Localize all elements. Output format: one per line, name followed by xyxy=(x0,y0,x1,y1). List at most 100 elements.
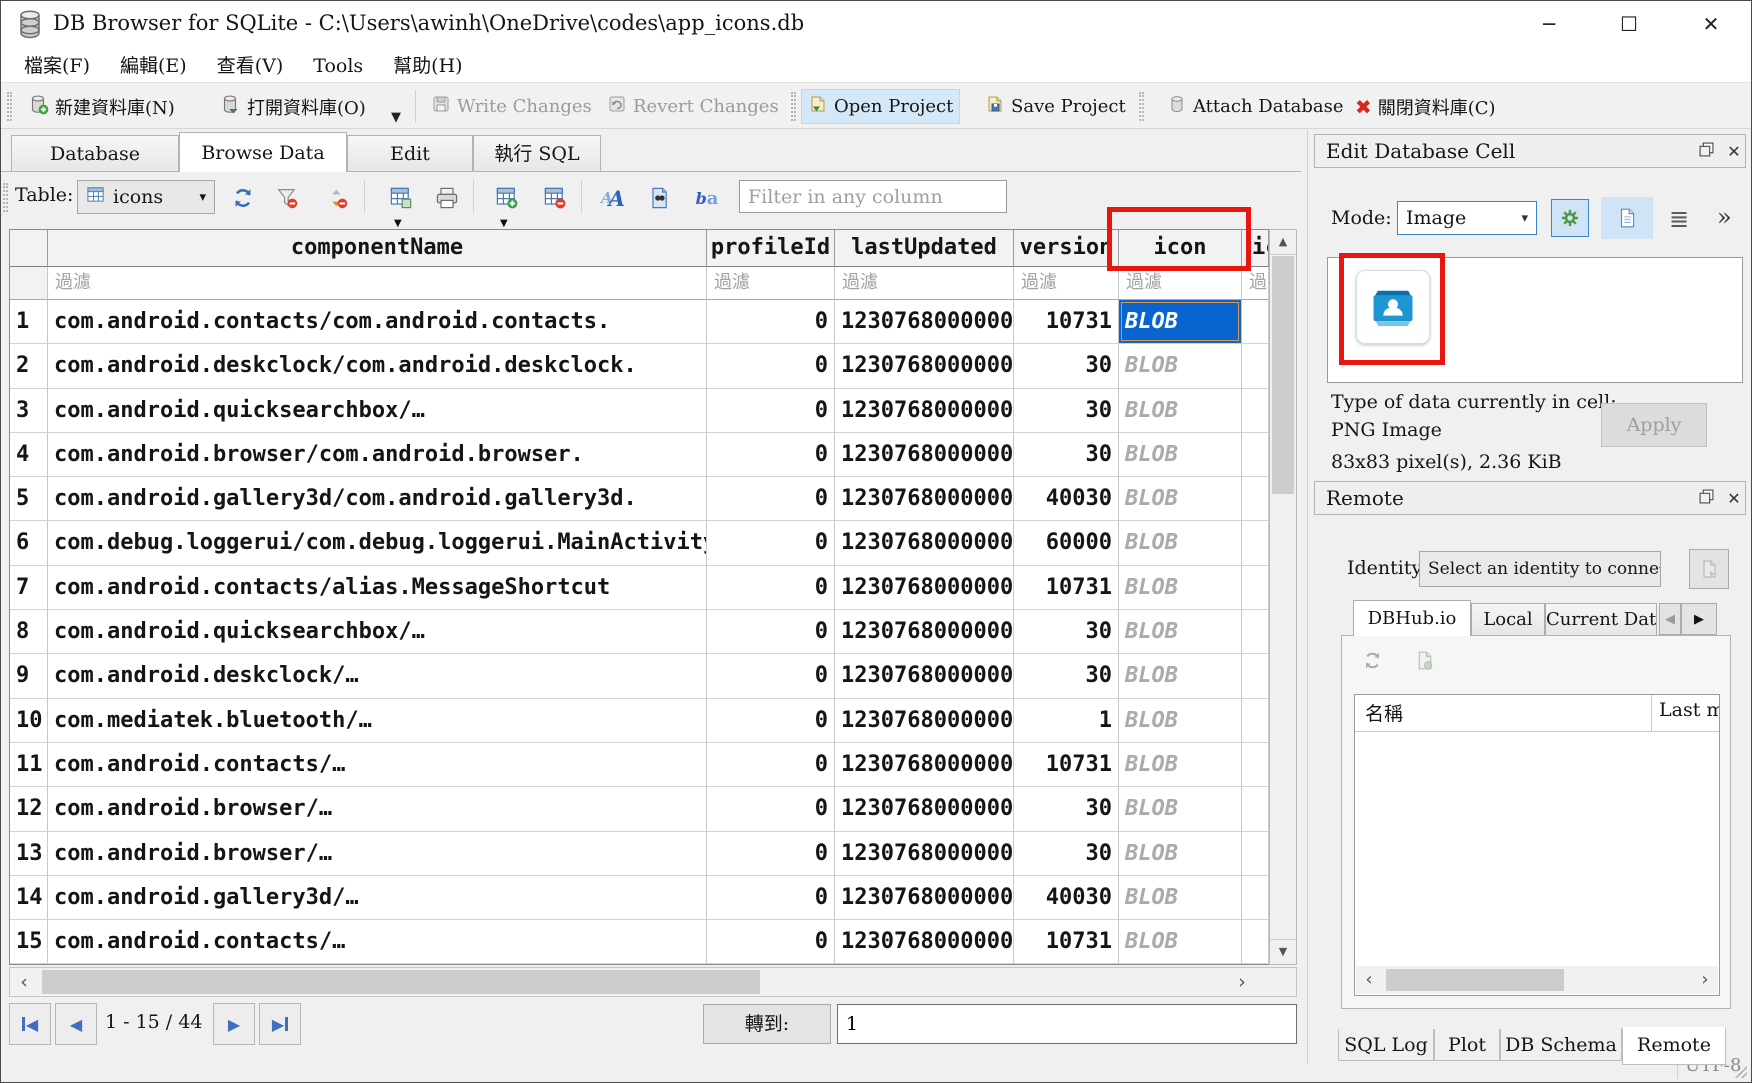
open-database-dropdown-arrow[interactable]: ▼ xyxy=(391,110,401,125)
dock-tab-sql-log[interactable]: SQL Log xyxy=(1338,1029,1434,1061)
cell-componentName[interactable]: com.android.quicksearchbox/… xyxy=(48,610,707,654)
goto-row-input[interactable] xyxy=(837,1004,1297,1044)
tab-browse-data[interactable]: Browse Data xyxy=(179,132,347,172)
row-number[interactable]: 10 xyxy=(10,699,48,743)
remote-tab-dbhub[interactable]: DBHub.io xyxy=(1353,600,1471,636)
cell-profileId[interactable]: 0 xyxy=(707,566,835,610)
identity-selector[interactable]: Select an identity to conne ▾ xyxy=(1419,551,1661,587)
cell-icon-blob[interactable]: BLOB xyxy=(1119,832,1242,876)
row-number[interactable]: 11 xyxy=(10,743,48,787)
mode-selector[interactable]: Image ▾ xyxy=(1397,201,1537,235)
cell-profileId[interactable]: 0 xyxy=(707,477,835,521)
column-header-profileId[interactable]: profileId xyxy=(707,230,835,267)
cell-componentName[interactable]: com.android.deskclock/… xyxy=(48,654,707,698)
row-number[interactable]: 8 xyxy=(10,610,48,654)
menu-item[interactable]: 編輯(E) xyxy=(105,51,202,81)
vertical-scroll-thumb[interactable] xyxy=(1272,256,1294,494)
row-number[interactable]: 2 xyxy=(10,344,48,388)
row-number[interactable]: 9 xyxy=(10,654,48,698)
cell-lastUpdated[interactable]: 1230768000000 xyxy=(835,566,1014,610)
scroll-left-arrow[interactable]: ‹ xyxy=(10,968,38,996)
cell-componentName[interactable]: com.android.browser/… xyxy=(48,787,707,831)
row-number[interactable]: 7 xyxy=(10,566,48,610)
list-column-modified[interactable]: Last mo xyxy=(1659,699,1719,721)
cell-profileId[interactable]: 0 xyxy=(707,743,835,787)
word-wrap-icon[interactable]: ≣ xyxy=(1669,205,1689,233)
cell-componentName[interactable]: com.android.contacts/… xyxy=(48,743,707,787)
cell-profileId[interactable]: 0 xyxy=(707,920,835,964)
cell-profileId[interactable]: 0 xyxy=(707,344,835,388)
write-changes-button[interactable]: Write Changes xyxy=(425,89,598,124)
close-database-button[interactable]: ✖ 關閉資料庫(C) xyxy=(1349,89,1502,124)
filter-lastUpdated[interactable]: 過濾 xyxy=(835,267,1014,300)
case-toggle-button[interactable]: ba xyxy=(689,180,725,216)
filter-clipped[interactable]: 過濾 xyxy=(1242,267,1269,300)
save-record-dropdown-arrow[interactable]: ▼ xyxy=(394,218,402,229)
cell-version[interactable]: 30 xyxy=(1014,610,1119,654)
remote-clone-icon[interactable] xyxy=(1414,650,1435,675)
cell-profileId[interactable]: 0 xyxy=(707,389,835,433)
font-button[interactable]: AA xyxy=(595,180,631,216)
cell-componentName[interactable]: com.mediatek.bluetooth/… xyxy=(48,699,707,743)
toolbar-drag-handle[interactable] xyxy=(1139,92,1144,121)
find-in-document-button[interactable] xyxy=(641,180,677,216)
cell-profileId[interactable]: 0 xyxy=(707,654,835,698)
cell-version[interactable]: 30 xyxy=(1014,344,1119,388)
first-page-button[interactable]: ◀ xyxy=(9,1003,51,1045)
toolbar-drag-handle[interactable] xyxy=(791,92,796,121)
cell-icon-blob[interactable]: BLOB xyxy=(1119,521,1242,565)
column-divider[interactable] xyxy=(1651,695,1652,731)
cell-componentName[interactable]: com.debug.loggerui/com.debug.loggerui.Ma… xyxy=(48,521,707,565)
filter-profileId[interactable]: 過濾 xyxy=(707,267,835,300)
text-mode-button[interactable] xyxy=(1601,197,1653,239)
cell-componentName[interactable]: com.android.browser/… xyxy=(48,832,707,876)
edit-cell-panel-header[interactable]: Edit Database Cell ✕ xyxy=(1314,134,1746,168)
cell-componentName[interactable]: com.android.deskclock/com.android.deskcl… xyxy=(48,344,707,388)
cell-profileId[interactable]: 0 xyxy=(707,300,835,344)
row-number[interactable]: 14 xyxy=(10,876,48,920)
vertical-scrollbar[interactable]: ▲ ▼ xyxy=(1269,229,1297,965)
column-header-clipped[interactable]: ic xyxy=(1242,230,1269,267)
column-header-lastUpdated[interactable]: lastUpdated xyxy=(835,230,1014,267)
revert-changes-button[interactable]: Revert Changes xyxy=(601,89,785,124)
tab-scroll-left-button[interactable]: ◀ xyxy=(1659,603,1681,635)
clear-filters-button[interactable] xyxy=(269,180,305,216)
menu-item[interactable]: 幫助(H) xyxy=(378,51,477,81)
cell-version[interactable]: 40030 xyxy=(1014,477,1119,521)
identity-settings-button[interactable] xyxy=(1689,549,1729,589)
horizontal-scrollbar[interactable]: ‹ › xyxy=(9,967,1297,997)
table-selector[interactable]: icons ▾ xyxy=(77,180,215,214)
tab-edit-pragmas[interactable]: Edit Pragmas xyxy=(347,135,473,171)
scroll-up-arrow[interactable]: ▲ xyxy=(1270,230,1296,255)
scroll-right-arrow[interactable]: › xyxy=(1228,968,1256,996)
horizontal-scroll-thumb[interactable] xyxy=(42,970,760,994)
cell-profileId[interactable]: 0 xyxy=(707,699,835,743)
cell-profileId[interactable]: 0 xyxy=(707,876,835,920)
cell-profileId[interactable]: 0 xyxy=(707,610,835,654)
float-panel-icon[interactable] xyxy=(1695,489,1717,509)
cell-version[interactable]: 10731 xyxy=(1014,566,1119,610)
clear-sort-button[interactable] xyxy=(319,180,355,216)
cell-icon-blob[interactable]: BLOB xyxy=(1119,477,1242,521)
cell-icon-blob[interactable]: BLOB xyxy=(1119,566,1242,610)
cell-lastUpdated[interactable]: 1230768000000 xyxy=(835,743,1014,787)
global-filter-input[interactable] xyxy=(739,180,1007,213)
dock-splitter[interactable] xyxy=(1307,130,1308,1065)
cell-lastUpdated[interactable]: 1230768000000 xyxy=(835,654,1014,698)
cell-icon-blob[interactable]: BLOB xyxy=(1119,920,1242,964)
close-panel-icon[interactable]: ✕ xyxy=(1723,142,1745,162)
cell-version[interactable]: 10731 xyxy=(1014,743,1119,787)
previous-page-button[interactable]: ◀ xyxy=(55,1003,97,1045)
dock-tab-plot[interactable]: Plot xyxy=(1434,1029,1500,1061)
maximize-button[interactable]: ☐ xyxy=(1605,5,1653,43)
tab-execute-sql[interactable]: 執行 SQL xyxy=(473,135,601,171)
menu-item[interactable]: 檔案(F) xyxy=(9,51,105,81)
import-data-button[interactable] xyxy=(1551,199,1589,237)
list-column-name[interactable]: 名稱 xyxy=(1365,699,1403,726)
insert-record-dropdown-arrow[interactable]: ▼ xyxy=(500,218,508,229)
row-number[interactable]: 4 xyxy=(10,433,48,477)
new-database-button[interactable]: 新建資料庫(N) xyxy=(21,89,181,124)
row-number[interactable]: 3 xyxy=(10,389,48,433)
save-project-button[interactable]: Save Project xyxy=(979,89,1132,124)
cell-version[interactable]: 10731 xyxy=(1014,300,1119,344)
